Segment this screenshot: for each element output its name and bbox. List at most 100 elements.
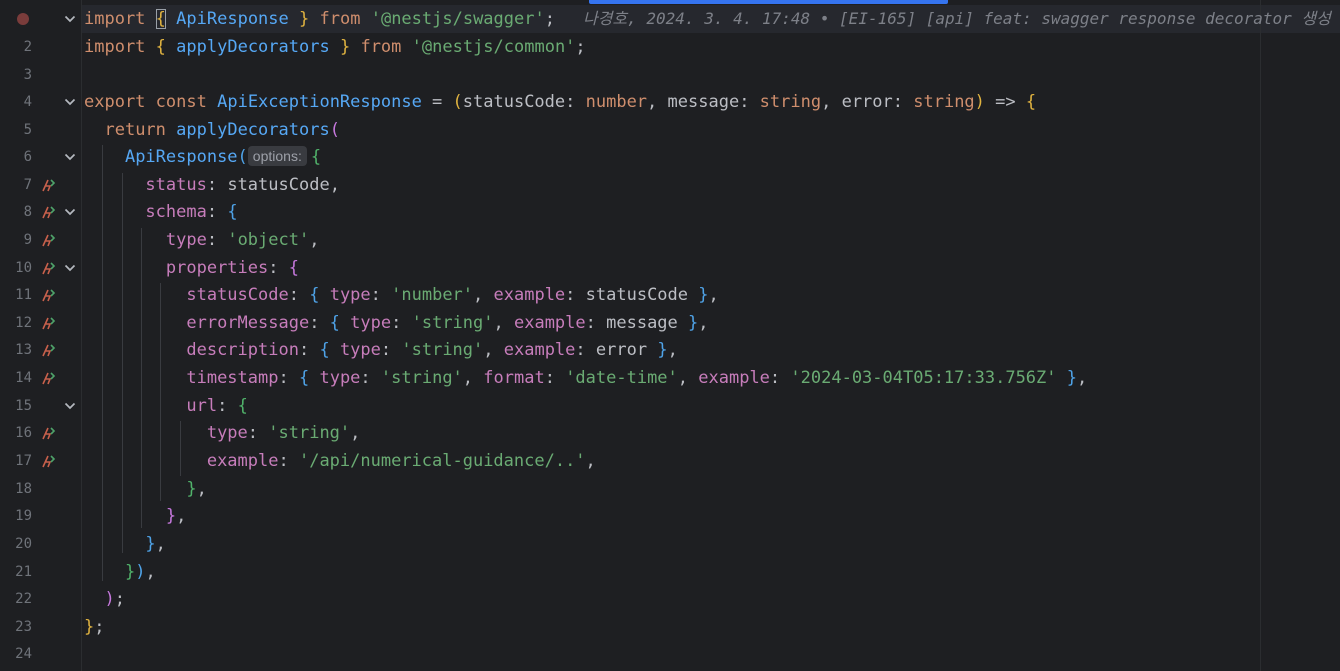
fold-chevron-icon[interactable] (63, 392, 77, 420)
code-line-13[interactable]: description: { type: 'string', example: … (84, 336, 677, 364)
operator: => (984, 92, 1026, 112)
implements-icon[interactable] (40, 309, 58, 337)
code-line-10[interactable]: properties: { (84, 254, 299, 282)
implements-icon[interactable] (40, 254, 58, 282)
brace: { (227, 202, 238, 222)
code-line-20[interactable]: }, (84, 530, 166, 558)
fold-chevron-icon[interactable] (63, 5, 77, 33)
code-line-22[interactable]: ); (84, 585, 125, 613)
string-literal: 'number' (391, 285, 474, 305)
punctuation: , (329, 175, 340, 195)
string-literal: 'string' (268, 423, 351, 443)
property-key: example (493, 285, 566, 305)
code-line-17[interactable]: example: '/api/numerical-guidance/..', (84, 447, 596, 475)
code-line-14[interactable]: timestamp: { type: 'string', format: 'da… (84, 364, 1087, 392)
property-key: errorMessage (186, 313, 310, 333)
brace: } (688, 313, 699, 333)
implements-icon[interactable] (40, 419, 58, 447)
code-line-7[interactable]: status: statusCode, (84, 171, 340, 199)
code-line-11[interactable]: statusCode: { type: 'number', example: s… (84, 281, 718, 309)
string-literal: 'date-time' (565, 368, 678, 388)
line-number: 19 (15, 508, 32, 524)
brace: { (1025, 92, 1037, 112)
code-line-16[interactable]: type: 'string', (84, 419, 361, 447)
code-line-23[interactable]: }; (84, 613, 105, 641)
parameter-hint: options: (247, 146, 307, 166)
line-number: 9 (23, 232, 32, 248)
type: string (759, 92, 822, 112)
line-number: 12 (15, 315, 32, 331)
brace: } (186, 479, 197, 499)
code-line-8[interactable]: schema: { (84, 198, 238, 226)
string-literal: '@nestjs/swagger' (370, 9, 545, 29)
brace: } (299, 9, 310, 29)
code-line-2[interactable]: import { applyDecorators } from '@nestjs… (84, 33, 586, 61)
implements-icon[interactable] (40, 364, 58, 392)
function-call: applyDecorators (176, 120, 330, 140)
code-line-6[interactable]: ApiResponse(options:{ (84, 143, 321, 171)
keyword: export (84, 92, 146, 112)
inline-git-blame[interactable]: 나경호, 2024. 3. 4. 17:48 • [EI-165] [api] … (583, 9, 1331, 28)
keyword: return (104, 120, 166, 140)
brace: } (657, 340, 668, 360)
keyword: import (84, 9, 146, 29)
line-number: 7 (23, 177, 32, 193)
paren: ( (237, 147, 248, 167)
identifier: applyDecorators (176, 37, 330, 57)
right-margin-guide (1260, 0, 1261, 671)
code-line-15[interactable]: url: { (84, 392, 247, 420)
property-key: type (339, 340, 381, 360)
identifier: statusCode (227, 175, 330, 195)
punctuation: , (1077, 368, 1088, 388)
fold-chevron-icon[interactable] (63, 254, 77, 282)
code-line-18[interactable]: }, (84, 475, 207, 503)
paren: ) (974, 92, 985, 112)
code-editor[interactable]: 2 3 4 5 6 7 8 9 10 11 12 13 14 15 16 17 … (0, 0, 1340, 671)
implements-icon[interactable] (40, 171, 58, 199)
brace: } (1066, 368, 1078, 388)
punctuation: : (278, 368, 299, 388)
parameter: error (841, 92, 893, 112)
implements-icon[interactable] (40, 198, 58, 226)
punctuation: ; (544, 9, 555, 29)
fold-chevron-icon[interactable] (63, 88, 77, 116)
line-number: 23 (15, 619, 32, 635)
code-line-21[interactable]: }), (84, 558, 156, 586)
code-line-4[interactable]: export const ApiExceptionResponse = (sta… (84, 88, 1036, 116)
code-line-12[interactable]: errorMessage: { type: 'string', example:… (84, 309, 708, 337)
string-literal: 'string' (411, 313, 494, 333)
implements-icon[interactable] (40, 336, 58, 364)
punctuation: : (247, 423, 269, 443)
type: string (913, 92, 975, 112)
implements-icon[interactable] (40, 226, 58, 254)
line-number: 17 (15, 453, 32, 469)
fold-chevron-icon[interactable] (63, 198, 77, 226)
identifier: error (595, 340, 648, 360)
line-number: 10 (15, 260, 32, 276)
implements-icon[interactable] (40, 281, 58, 309)
line-number: 20 (15, 536, 32, 552)
brace: } (84, 617, 95, 637)
punctuation: , (155, 534, 166, 554)
punctuation: , (196, 479, 207, 499)
code-line-9[interactable]: type: 'object', (84, 226, 320, 254)
type: number (585, 92, 648, 112)
breakpoint-icon[interactable] (17, 13, 29, 25)
property-key: type (319, 368, 361, 388)
code-line-19[interactable]: }, (84, 502, 187, 530)
brace: } (165, 506, 177, 526)
string-literal: '2024-03-04T05:17:33.756Z' (790, 368, 1057, 388)
code-line-1[interactable]: import { ApiResponse } from '@nestjs/swa… (84, 5, 1331, 33)
fold-chevron-icon[interactable] (63, 143, 77, 171)
paren: ( (452, 92, 463, 112)
punctuation: , (176, 506, 187, 526)
code-line-5[interactable]: return applyDecorators( (84, 116, 339, 144)
line-number: 24 (15, 646, 32, 662)
scroll-position-indicator[interactable] (589, 0, 948, 4)
property-key: properties (165, 258, 269, 278)
property-key: type (350, 313, 392, 333)
editor-gutter[interactable]: 2 3 4 5 6 7 8 9 10 11 12 13 14 15 16 17 … (0, 0, 82, 671)
identifier: statusCode (585, 285, 689, 305)
implements-icon[interactable] (40, 447, 58, 475)
line-number: 8 (23, 204, 32, 220)
